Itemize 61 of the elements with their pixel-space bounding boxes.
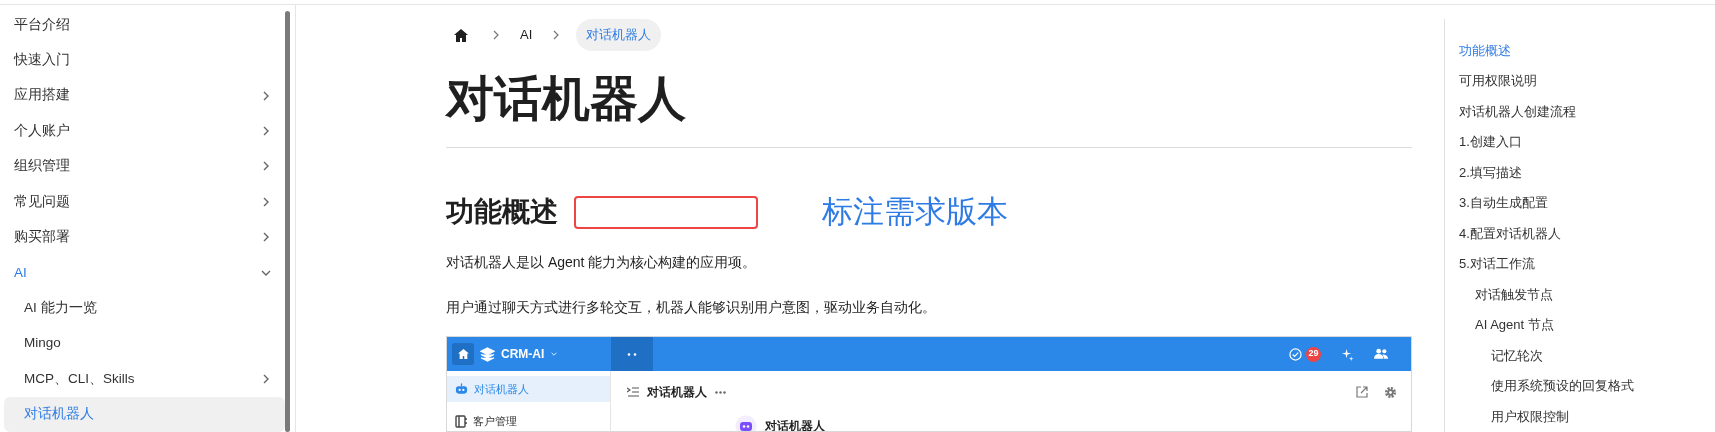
- sparkle-icon[interactable]: [1341, 347, 1354, 361]
- page-title: 对话机器人: [647, 384, 707, 401]
- chevron-right-icon: [261, 90, 271, 101]
- toc-link[interactable]: AI Agent 节点: [1459, 309, 1714, 341]
- breadcrumb-link[interactable]: 对话机器人: [576, 19, 662, 51]
- chevron-right-icon: [261, 232, 271, 243]
- chevron-right-icon: [261, 196, 271, 207]
- people-icon[interactable]: [1374, 348, 1389, 360]
- toc-link[interactable]: 对话触发节点: [1459, 279, 1714, 310]
- breadcrumb-link[interactable]: AI: [516, 25, 537, 45]
- toc-link[interactable]: 功能概述: [1459, 35, 1714, 66]
- notebook-icon: [455, 414, 467, 428]
- robot-icon: [455, 383, 468, 395]
- home-icon: [457, 349, 469, 359]
- sidebar-item[interactable]: 对话机器人: [4, 396, 285, 432]
- more-icon: [627, 352, 637, 356]
- sidebar-item[interactable]: AI 能力一览: [4, 290, 285, 326]
- page-title: 对话机器人: [446, 75, 1412, 148]
- chevron-down-icon: [550, 351, 559, 357]
- toc-link[interactable]: 1.创建入口: [1459, 126, 1714, 158]
- external-link-icon[interactable]: [1356, 386, 1368, 398]
- indent-icon[interactable]: [627, 387, 639, 397]
- layers-icon: [480, 346, 495, 362]
- paragraph: 用户通过聊天方式进行多轮交互，机器人能够识别用户意图，驱动业务自动化。: [446, 298, 937, 317]
- sidebar-item[interactable]: 组织管理: [4, 148, 285, 185]
- more-icon[interactable]: [715, 390, 726, 394]
- toc-link[interactable]: 使用系统预设的回复格式: [1459, 370, 1714, 402]
- home-icon[interactable]: [454, 28, 468, 42]
- chevron-right-icon: [261, 373, 271, 384]
- sidebar-item[interactable]: MCP、CLI、Skills: [4, 361, 285, 397]
- toc-link[interactable]: 2.填写描述: [1459, 157, 1714, 188]
- check-circle-icon[interactable]: [1289, 347, 1302, 361]
- robot-avatar-icon: [735, 415, 757, 431]
- annotation-text: 标注需求版本: [822, 192, 1008, 231]
- home-button[interactable]: [452, 343, 474, 365]
- toc-link[interactable]: 3.自动生成配置: [1459, 187, 1714, 219]
- toc-link[interactable]: 记忆轮次: [1459, 340, 1714, 371]
- toc-link[interactable]: 可用权限说明: [1459, 65, 1714, 97]
- paragraph: 对话机器人是以 Agent 能力为核心构建的应用项。: [446, 253, 758, 272]
- toc-link[interactable]: 5.对话工作流: [1459, 248, 1714, 280]
- sidebar-item[interactable]: 应用搭建: [4, 77, 285, 114]
- nav-item[interactable]: 客户管理: [447, 408, 610, 431]
- settings-icon[interactable]: [1384, 385, 1397, 399]
- sidebar-item[interactable]: 常见问题: [4, 184, 285, 220]
- sidebar-item[interactable]: 快速入门: [4, 42, 285, 78]
- chevron-right-icon: [261, 125, 271, 136]
- count-badge: 29: [1306, 346, 1321, 362]
- sidebar-item[interactable]: 平台介绍: [4, 7, 285, 43]
- toc-link[interactable]: 用户权限控制: [1459, 401, 1714, 432]
- sidebar-item[interactable]: 个人账户: [4, 113, 285, 149]
- sidebar-item[interactable]: 购买部署: [4, 219, 285, 255]
- sidebar-item[interactable]: AI: [4, 254, 285, 291]
- app-name[interactable]: CRM-AI: [501, 345, 545, 363]
- toc-link[interactable]: 对话机器人创建流程: [1459, 96, 1714, 127]
- scrollbar[interactable]: [285, 11, 290, 432]
- chevron-right-icon: [552, 30, 561, 40]
- chevron-right-icon: [261, 161, 271, 172]
- toc-link[interactable]: 4.配置对话机器人: [1459, 218, 1714, 249]
- section-heading: 功能概述: [446, 195, 558, 229]
- sidebar-item[interactable]: Mingo: [4, 325, 285, 362]
- chevron-right-icon: [492, 30, 500, 40]
